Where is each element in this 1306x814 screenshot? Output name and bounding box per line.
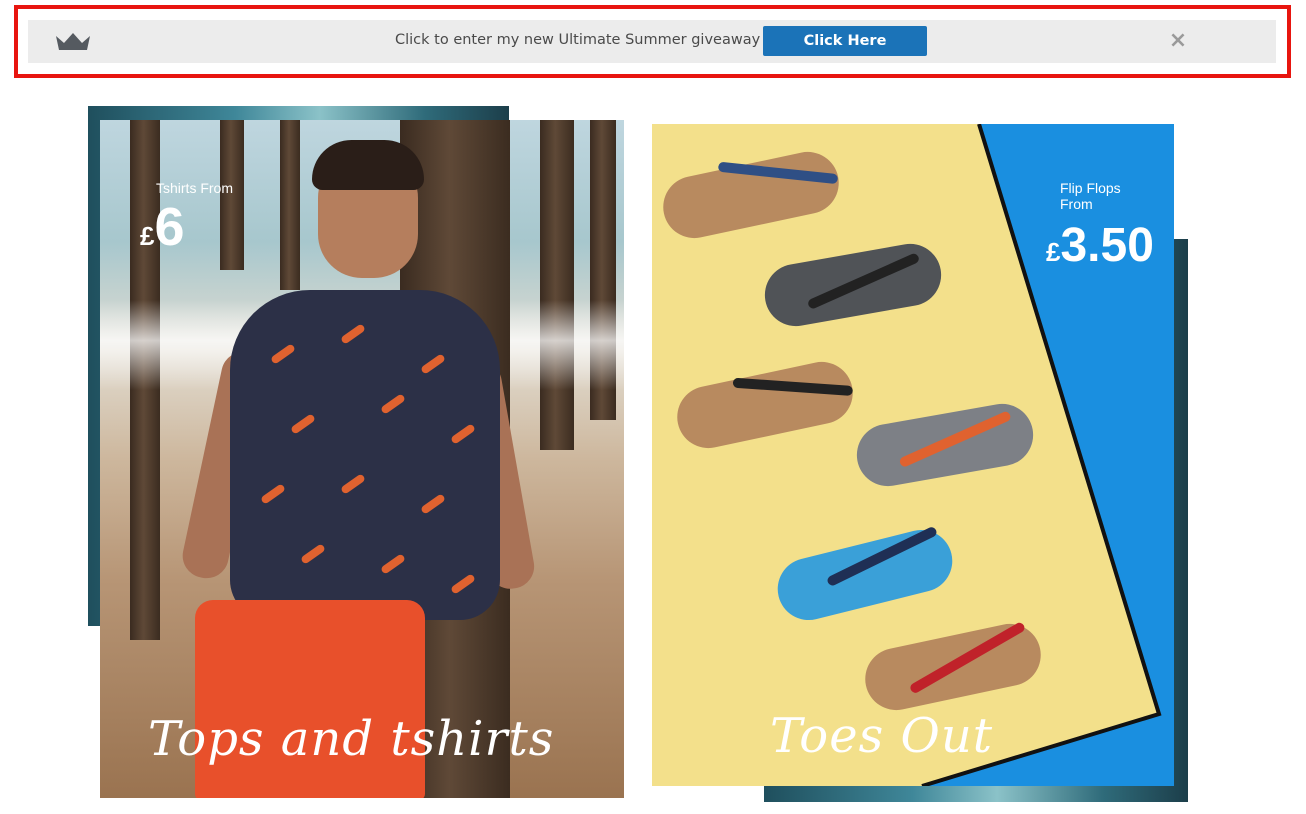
tile-title: Toes Out [770, 708, 994, 764]
price-label-line1: Flip Flops [1060, 180, 1121, 196]
click-here-button[interactable]: Click Here [763, 26, 927, 56]
price-amount: 3.50 [1060, 219, 1154, 272]
banner-message: Click to enter my new Ultimate Summer gi… [395, 32, 761, 48]
tile-title: Tops and tshirts [148, 711, 555, 767]
crown-icon [56, 33, 90, 50]
price-amount: 6 [154, 197, 185, 257]
price-label-line2: From [1060, 196, 1093, 212]
giveaway-banner: Click to enter my new Ultimate Summer gi… [28, 20, 1276, 63]
currency-symbol: £ [140, 221, 155, 251]
promo-tile-tops-tshirts[interactable]: Tshirts From £6 Tops and tshirts [88, 106, 624, 798]
price-value: £3.50 [1046, 218, 1154, 273]
price-value: £6 [140, 196, 185, 258]
close-icon[interactable]: × [1168, 30, 1188, 52]
currency-symbol: £ [1046, 237, 1061, 267]
price-label: Tshirts From [156, 180, 233, 196]
promo-tile-flip-flops[interactable]: Flip Flops From £3.50 Toes Out [652, 124, 1188, 802]
